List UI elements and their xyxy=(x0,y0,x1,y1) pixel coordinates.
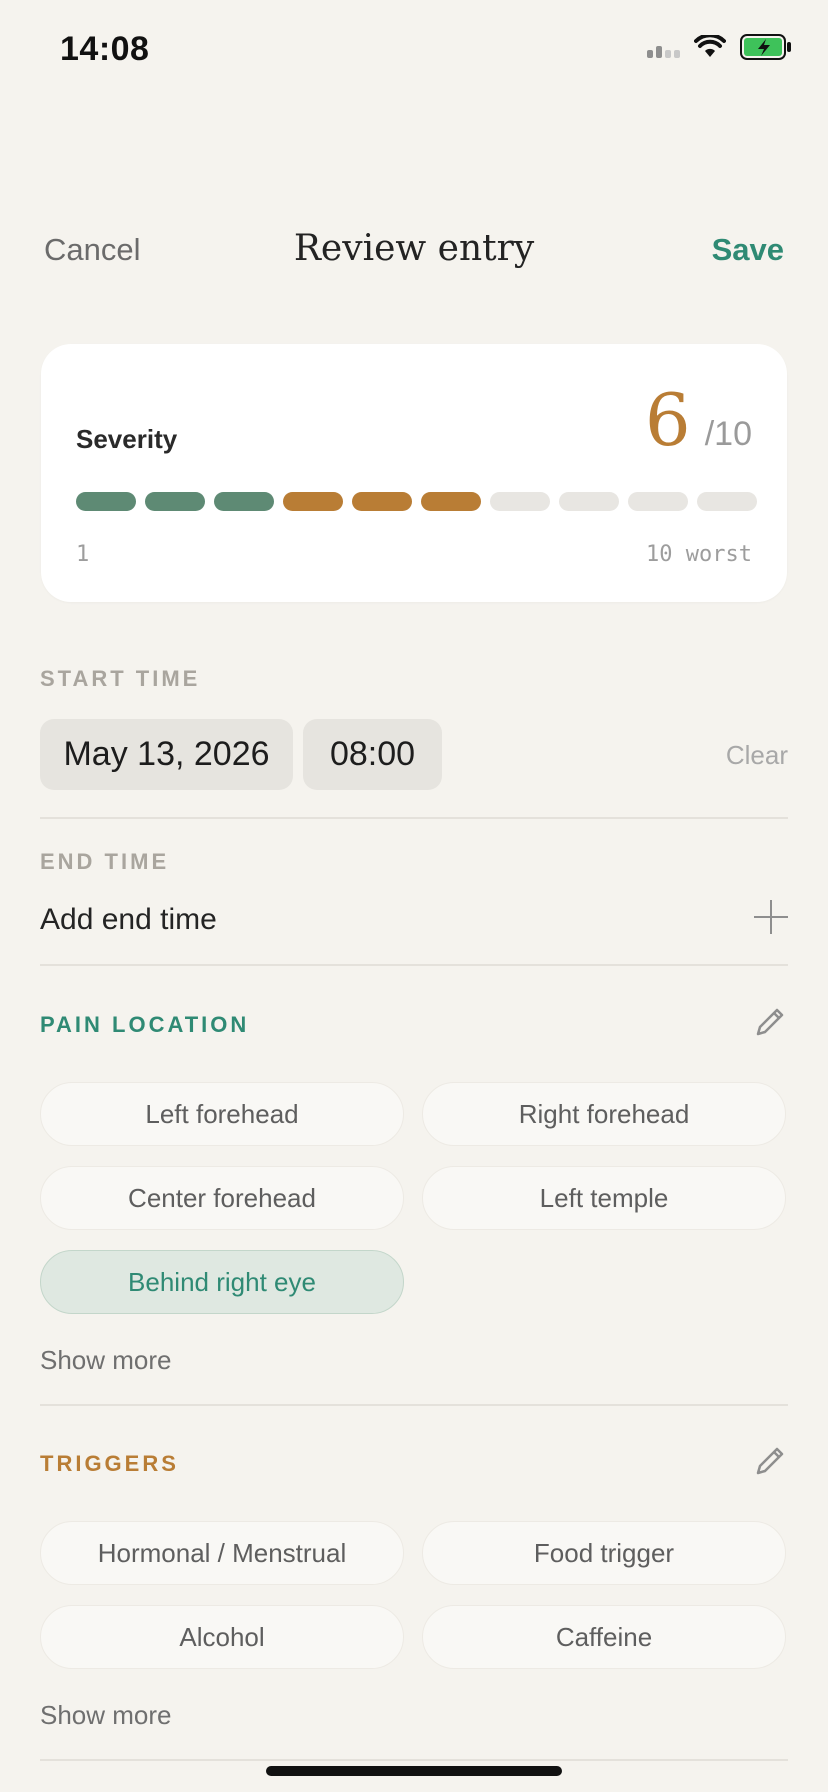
chip-food-trigger[interactable]: Food trigger xyxy=(422,1521,786,1585)
severity-segment[interactable] xyxy=(559,492,619,511)
severity-segment[interactable] xyxy=(145,492,205,511)
end-time-heading: END TIME xyxy=(40,849,170,874)
chip-behind-right-eye[interactable]: Behind right eye xyxy=(40,1250,404,1314)
clear-button[interactable]: Clear xyxy=(726,740,788,771)
divider xyxy=(40,1404,788,1406)
severity-max-label: 10 worst xyxy=(646,542,752,567)
status-time: 14:08 xyxy=(60,30,150,68)
chip-center-forehead[interactable]: Center forehead xyxy=(40,1166,404,1230)
status-icons xyxy=(647,34,792,60)
triggers-heading: TRIGGERS xyxy=(40,1451,179,1476)
save-button[interactable]: Save xyxy=(712,232,784,268)
severity-segment[interactable] xyxy=(352,492,412,511)
show-more-pain-location[interactable]: Show more xyxy=(40,1345,172,1376)
chip-hormonal-menstrual[interactable]: Hormonal / Menstrual xyxy=(40,1521,404,1585)
start-time-heading: START TIME xyxy=(40,666,201,691)
severity-segment[interactable] xyxy=(421,492,481,511)
severity-segment[interactable] xyxy=(490,492,550,511)
plus-icon[interactable] xyxy=(754,900,788,934)
chip-right-forehead[interactable]: Right forehead xyxy=(422,1082,786,1146)
pain-location-heading: PAIN LOCATION xyxy=(40,1012,250,1037)
severity-number: 6 xyxy=(644,378,691,462)
battery-charging-icon xyxy=(740,34,791,60)
severity-value: 6 /10 xyxy=(645,384,752,456)
page-title: Review entry xyxy=(293,228,535,269)
show-more-triggers[interactable]: Show more xyxy=(40,1700,172,1731)
severity-card: Severity 6 /10 1 10 worst xyxy=(41,344,787,602)
chip-caffeine[interactable]: Caffeine xyxy=(422,1605,786,1669)
start-date-picker[interactable]: May 13, 2026 xyxy=(40,719,293,790)
wifi-icon xyxy=(694,35,726,57)
severity-label: Severity xyxy=(76,424,178,454)
divider xyxy=(40,817,788,819)
divider xyxy=(40,964,788,966)
nav-bar: Cancel Review entry Save xyxy=(0,200,828,300)
pencil-icon[interactable] xyxy=(752,1004,788,1040)
add-end-time-button[interactable]: Add end time xyxy=(40,903,217,937)
severity-min-label: 1 xyxy=(76,542,90,567)
start-time-picker[interactable]: 08:00 xyxy=(303,719,442,790)
cellular-signal-icon xyxy=(647,36,680,58)
severity-segment[interactable] xyxy=(214,492,274,511)
severity-max: /10 xyxy=(704,415,752,453)
chip-left-forehead[interactable]: Left forehead xyxy=(40,1082,404,1146)
status-bar: 14:08 xyxy=(0,0,828,100)
severity-segment[interactable] xyxy=(76,492,136,511)
pencil-icon[interactable] xyxy=(752,1443,788,1479)
home-indicator xyxy=(266,1766,562,1776)
chip-left-temple[interactable]: Left temple xyxy=(422,1166,786,1230)
severity-segment[interactable] xyxy=(697,492,757,511)
severity-slider[interactable] xyxy=(76,492,757,511)
severity-segment[interactable] xyxy=(628,492,688,511)
divider xyxy=(40,1759,788,1761)
severity-segment[interactable] xyxy=(283,492,343,511)
chip-alcohol[interactable]: Alcohol xyxy=(40,1605,404,1669)
